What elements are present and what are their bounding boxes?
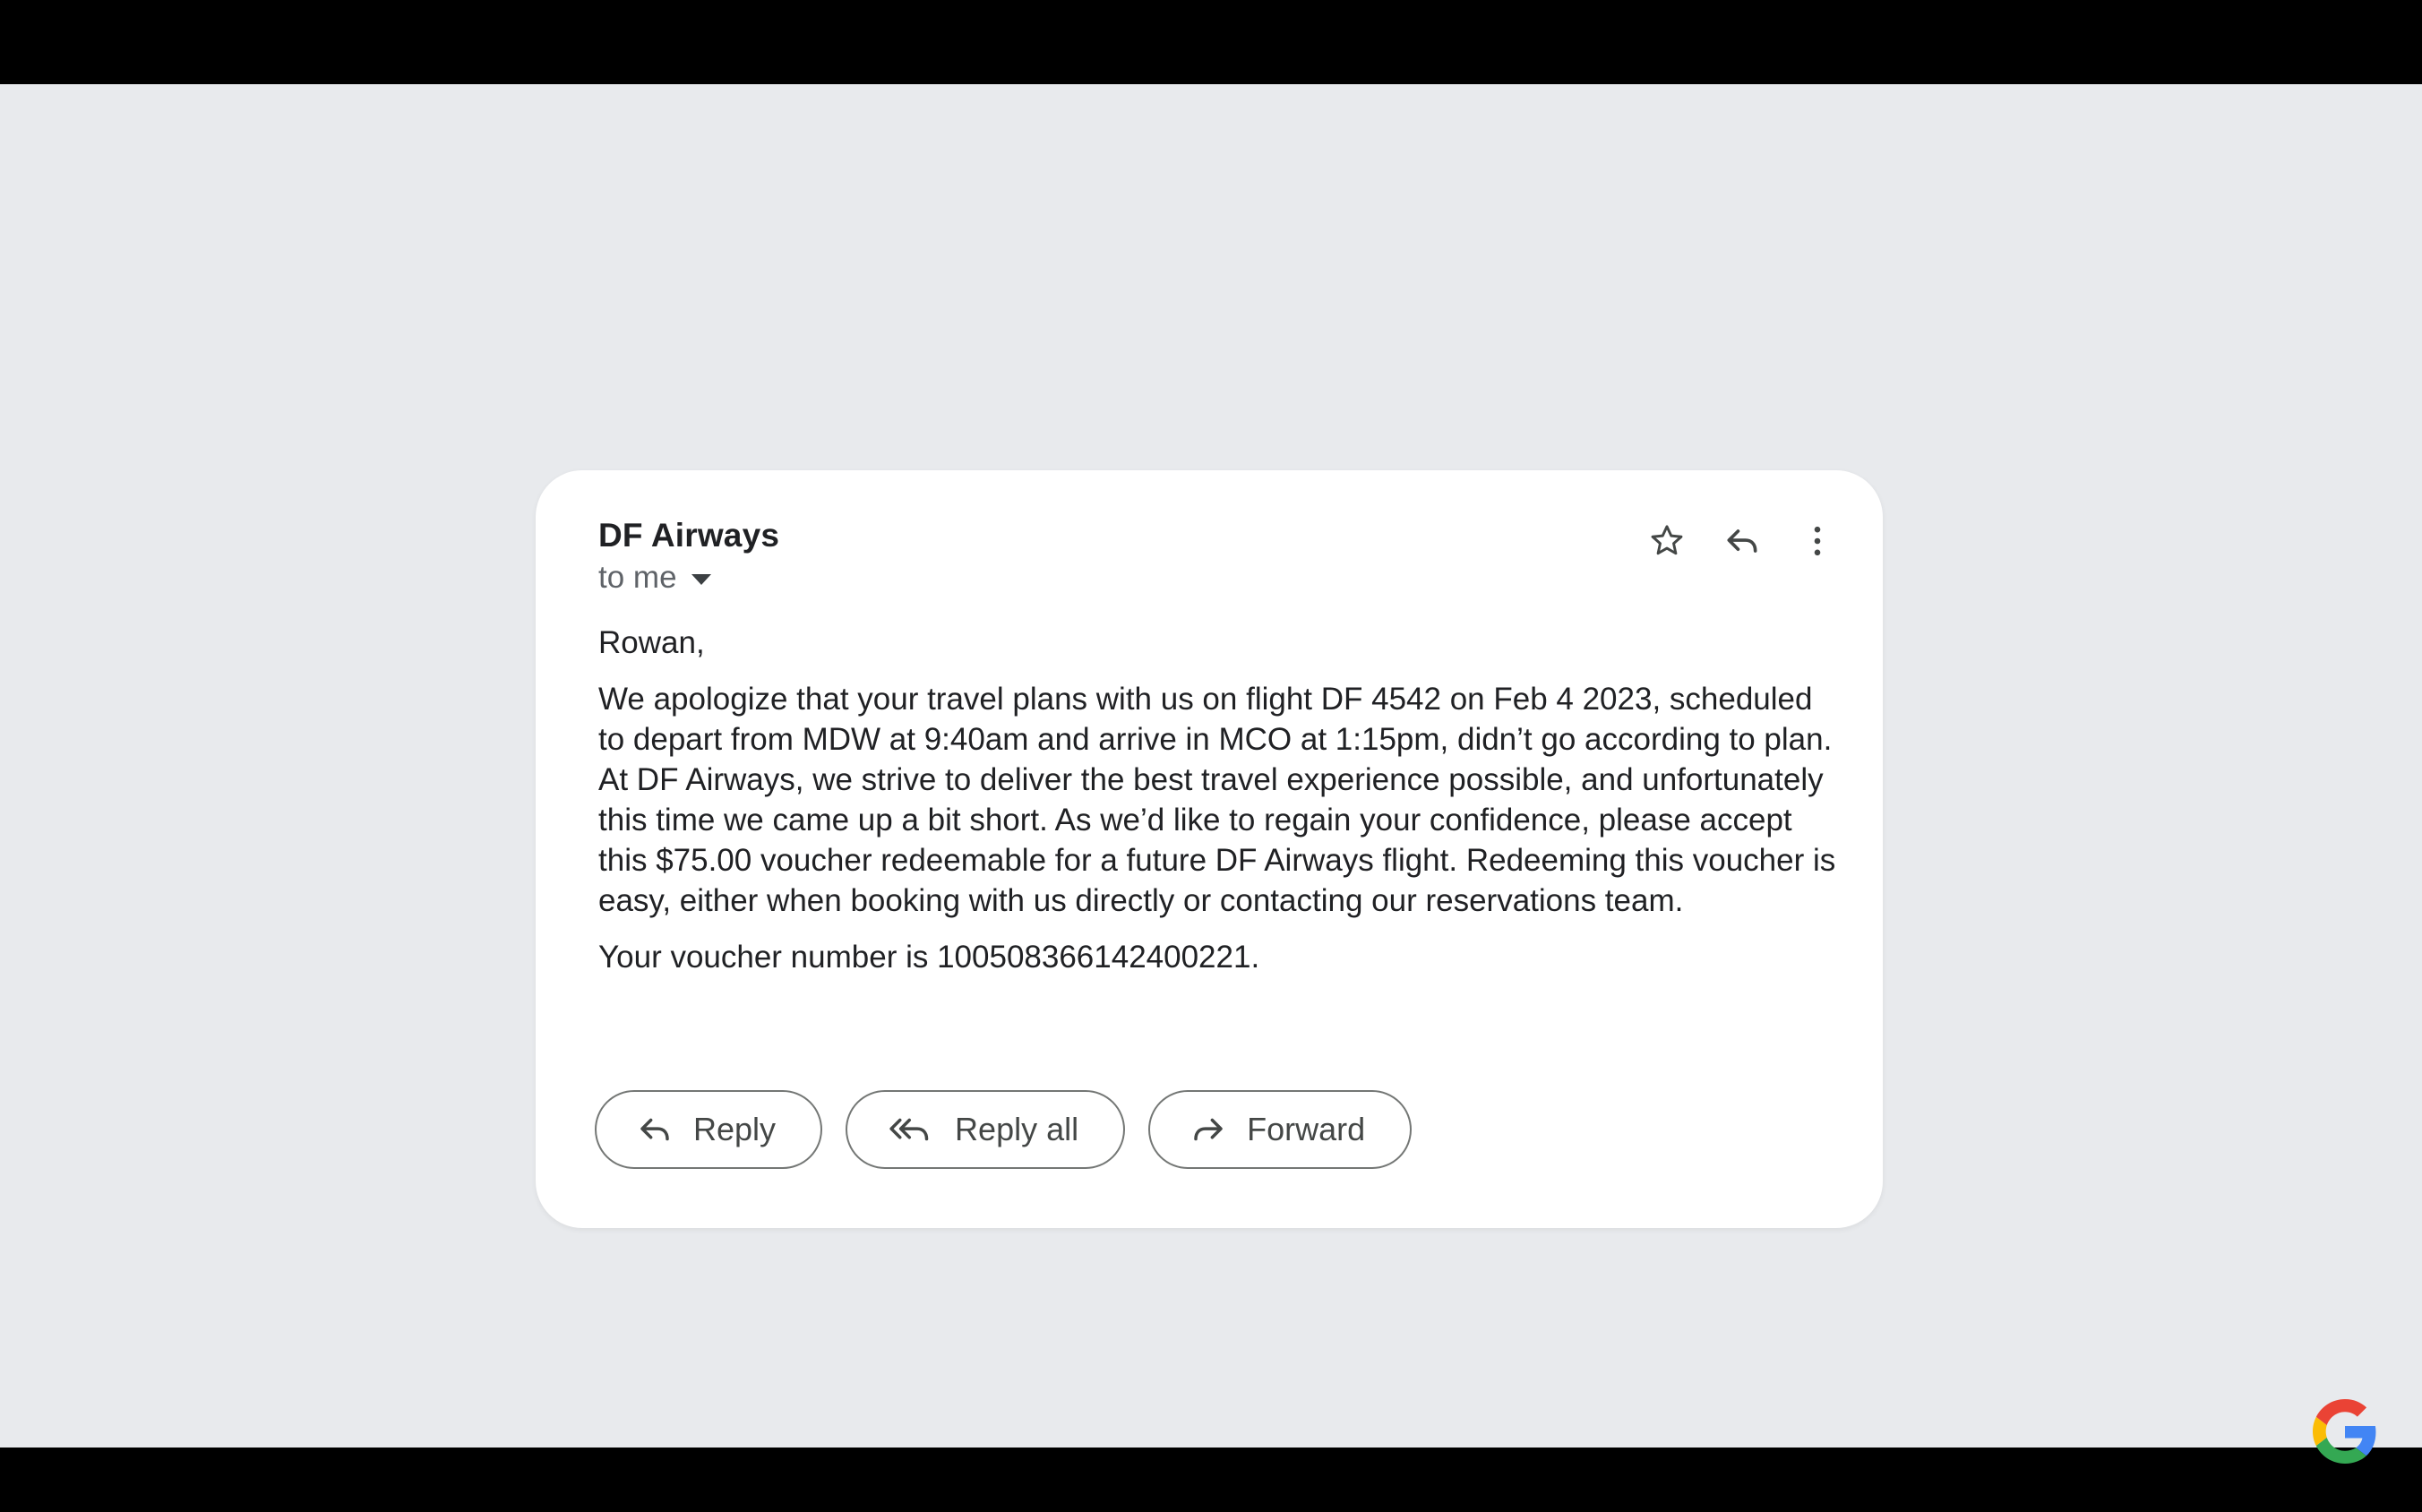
reply-icon-button[interactable] <box>1713 511 1772 571</box>
reply-button-label: Reply <box>693 1111 777 1147</box>
reply-button[interactable]: Reply <box>595 1090 823 1169</box>
forward-button-label: Forward <box>1247 1111 1366 1147</box>
presentation-background: DF Airways to me Rowan, We apologize tha… <box>0 84 2422 1448</box>
google-logo-icon <box>2313 1399 2376 1464</box>
caret-down-icon <box>691 574 711 585</box>
action-buttons: Reply Reply all Forward <box>595 1090 1435 1169</box>
recipient-details-toggle[interactable]: to me <box>598 560 711 596</box>
reply-all-button[interactable]: Reply all <box>846 1090 1126 1169</box>
email-body: Rowan, We apologize that your travel pla… <box>598 623 1843 993</box>
greeting: Rowan, <box>598 625 705 660</box>
star-icon <box>1651 525 1683 555</box>
star-button[interactable] <box>1637 511 1696 571</box>
sender-name: DF Airways <box>598 517 780 554</box>
reply-all-button-label: Reply all <box>955 1111 1079 1147</box>
more-options-button[interactable] <box>1788 511 1847 571</box>
body-paragraph: We apologize that your travel plans with… <box>598 682 1836 918</box>
voucher-line: Your voucher number is 10050836614240022… <box>598 940 1260 975</box>
forward-button[interactable]: Forward <box>1148 1090 1413 1169</box>
recipient-label: to me <box>598 560 677 595</box>
forward-icon <box>1194 1118 1223 1141</box>
reply-all-icon <box>889 1118 929 1141</box>
more-vert-icon <box>1814 526 1821 556</box>
reply-icon <box>640 1118 669 1141</box>
header-actions <box>1621 511 1847 571</box>
email-card: DF Airways to me Rowan, We apologize tha… <box>536 470 1883 1228</box>
reply-icon <box>1727 529 1757 553</box>
